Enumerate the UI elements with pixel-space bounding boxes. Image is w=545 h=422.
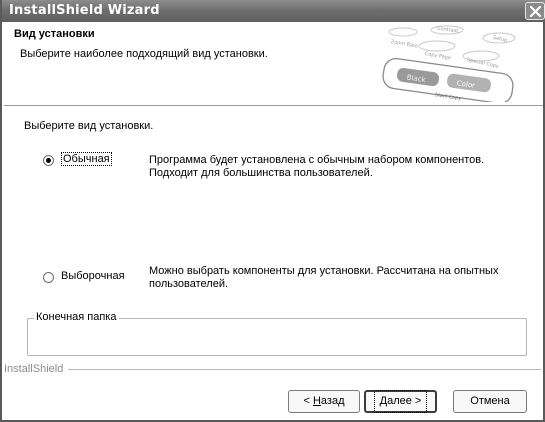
option-label-custom[interactable]: Выборочная (61, 270, 125, 282)
destination-folder-legend: Конечная папка (34, 311, 119, 323)
radio-custom[interactable] (43, 272, 54, 283)
next-button-focus: Далее > (373, 390, 428, 413)
setup-type-prompt: Выберите вид установки. (24, 120, 154, 132)
option-label-typical[interactable]: Обычная (61, 152, 112, 166)
back-button-accelerator: Н (312, 395, 321, 407)
installshield-brand-label: InstallShield (4, 363, 64, 375)
art-label-copy-page: Copy Page (424, 51, 451, 61)
destination-folder-group (27, 318, 527, 356)
title-bar[interactable]: InstallShield Wizard (2, 0, 545, 22)
option-description-typical: Программа будет установлена с обычным на… (149, 154, 484, 180)
installshield-wizard-window: InstallShield Wizard Вид установки Выбер… (0, 0, 545, 422)
custom-desc-line-1: Можно выбрать компоненты для установки. … (149, 265, 499, 277)
close-icon (529, 5, 542, 18)
brand-separator (68, 369, 541, 371)
typical-desc-line-2: Подходит для большинства пользователей. (149, 167, 373, 179)
art-label-zoom-rate: Zoom Rate (390, 39, 418, 50)
copier-panel-illustration: Contrast Zoom Rate Copy Page Setup Speci… (382, 25, 516, 102)
back-button-label: азад (320, 395, 345, 407)
radio-typical[interactable] (43, 155, 54, 166)
back-button-prefix: < (303, 395, 313, 407)
next-button-label: алее > (387, 395, 422, 407)
custom-desc-line-2: пользователей. (149, 278, 229, 290)
window-title: InstallShield Wizard (9, 3, 160, 18)
art-label-start-copy: Start Copy (435, 92, 463, 102)
page-subtitle: Выберите наиболее подходящий вид установ… (20, 48, 268, 60)
close-button[interactable] (525, 2, 545, 20)
wizard-header: Вид установки Выберите наиболее подходящ… (4, 22, 543, 106)
next-button[interactable]: Далее > (364, 390, 437, 413)
page-title: Вид установки (14, 28, 95, 40)
back-button[interactable]: < Назад (288, 390, 360, 413)
cancel-button[interactable]: Отмена (453, 390, 527, 413)
typical-desc-line-1: Программа будет установлена с обычным на… (149, 154, 485, 166)
next-button-accelerator: Д (379, 395, 388, 407)
option-description-custom: Можно выбрать компоненты для установки. … (149, 265, 498, 291)
